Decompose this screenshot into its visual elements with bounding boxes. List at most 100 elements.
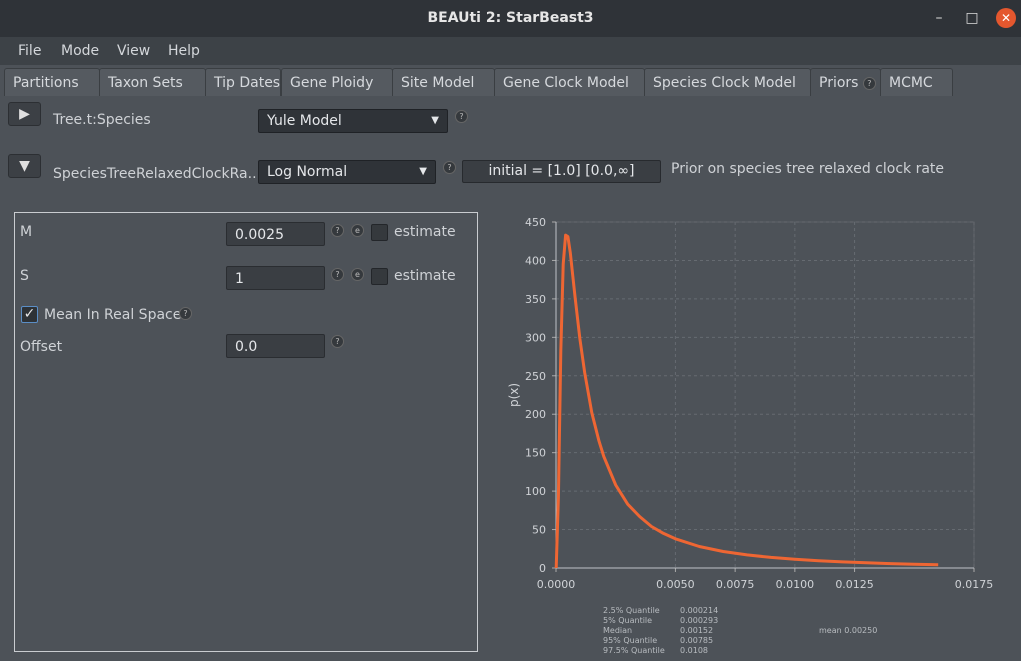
expand-toggle-button[interactable]: ▶: [8, 102, 41, 126]
help-icon[interactable]: ?: [331, 335, 344, 348]
y-tick-label: 350: [525, 293, 546, 306]
chevron-down-icon: ▼: [419, 166, 427, 177]
quantile-value: 0.000293: [680, 616, 719, 625]
quantile-stats: 2.5% Quantile 0.000214 5% Quantile 0.00029…: [603, 606, 718, 656]
tab-label: Priors: [819, 75, 859, 91]
select-value: Yule Model: [267, 113, 342, 129]
y-tick-label: 250: [525, 370, 546, 383]
select-value: Log Normal: [267, 164, 348, 180]
chevron-down-icon: ▼: [431, 115, 439, 126]
help-icon[interactable]: ?: [331, 268, 344, 281]
initial-value-button[interactable]: initial = [1.0] [0.0,∞]: [462, 160, 661, 183]
menu-mode[interactable]: Mode: [61, 43, 99, 59]
x-tick-label: 0.0000: [537, 578, 576, 591]
menu-help[interactable]: Help: [168, 43, 200, 59]
quantile-label: 97.5% Quantile: [603, 646, 665, 655]
menu-view[interactable]: View: [117, 43, 150, 59]
x-tick-label: 0.0075: [716, 578, 755, 591]
collapse-toggle-button[interactable]: ▼: [8, 154, 41, 178]
tab-gene-ploidy[interactable]: Gene Ploidy: [281, 68, 393, 96]
quantile-row: 97.5% Quantile 0.0108: [603, 646, 718, 656]
param-m-label: M: [20, 224, 33, 240]
quantile-row: 2.5% Quantile 0.000214: [603, 606, 718, 616]
prior-name-tree: Tree.t:Species: [53, 112, 151, 128]
tab-label: Gene Ploidy: [290, 75, 374, 91]
y-tick-label: 50: [532, 524, 546, 537]
tab-label: Tip Dates: [214, 75, 281, 91]
prior-description: Prior on species tree relaxed clock rate: [671, 161, 945, 177]
maximize-button[interactable]: □: [962, 8, 982, 28]
mean-in-real-space-checkbox[interactable]: ✓: [21, 306, 38, 323]
tab-label: Species Clock Model: [653, 75, 796, 91]
quantile-row: Median 0.00152: [603, 626, 718, 636]
title-bar: BEAUti 2: StarBeast3 – □ ✕: [0, 0, 1021, 37]
plot-frame: [555, 221, 975, 569]
quantile-row: 95% Quantile 0.00785: [603, 636, 718, 646]
tab-label: MCMC: [889, 75, 933, 91]
estimate-s-checkbox[interactable]: [371, 268, 388, 285]
distribution-select-tree[interactable]: Yule Model ▼: [258, 109, 448, 133]
y-tick-label: 300: [525, 331, 546, 344]
quantile-value: 0.000214: [680, 606, 719, 615]
quantile-value: 0.0108: [680, 646, 708, 655]
param-s-input[interactable]: 1: [226, 266, 325, 290]
quantile-value: 0.00152: [680, 626, 714, 635]
window-title: BEAUti 2: StarBeast3: [427, 10, 594, 26]
x-tick-label: 0.0125: [835, 578, 874, 591]
edit-icon[interactable]: e: [351, 224, 364, 237]
estimate-s-label: estimate: [394, 268, 456, 284]
help-icon[interactable]: ?: [443, 161, 456, 174]
help-icon[interactable]: ?: [179, 307, 192, 320]
tab-label: Gene Clock Model: [503, 75, 629, 91]
help-icon[interactable]: ?: [455, 110, 468, 123]
x-tick-label: 0.0175: [955, 578, 994, 591]
param-offset-input[interactable]: 0.0: [226, 334, 325, 358]
density-curve: [554, 233, 939, 569]
tab-label: Partitions: [13, 75, 79, 91]
param-offset-label: Offset: [20, 339, 63, 355]
quantile-label: 95% Quantile: [603, 636, 658, 645]
tab-label: Site Model: [401, 75, 475, 91]
quantile-label: Median: [603, 626, 633, 635]
mean-in-real-space-label: Mean In Real Space: [44, 307, 182, 323]
prior-name-clock-rate: SpeciesTreeRelaxedClockRa...: [53, 166, 261, 182]
tab-gene-clock-model[interactable]: Gene Clock Model: [494, 68, 645, 96]
tab-tip-dates[interactable]: Tip Dates: [205, 68, 281, 96]
y-axis-label: p(x): [507, 383, 521, 407]
edit-icon[interactable]: e: [351, 268, 364, 281]
help-icon[interactable]: ?: [862, 76, 876, 90]
priors-panel: ▶ Tree.t:Species Yule Model ▼ ? ▼ Specie…: [0, 96, 1021, 661]
mean-label: mean 0.00250: [819, 626, 878, 635]
y-tick-label: 0: [539, 562, 546, 575]
y-tick-label: 200: [525, 408, 546, 421]
distribution-plot: 0 50 100 150 200 250 300 350 400 450 0.0000 0.0050 0…: [507, 216, 994, 591]
estimate-m-checkbox[interactable]: [371, 224, 388, 241]
tab-label: Taxon Sets: [108, 75, 183, 91]
menu-file[interactable]: File: [18, 43, 41, 59]
quantile-label: 5% Quantile: [603, 616, 653, 625]
x-tick-label: 0.0050: [656, 578, 695, 591]
tab-bar: Partitions Taxon Sets Tip Dates Gene Plo…: [0, 68, 1021, 96]
quantile-label: 2.5% Quantile: [603, 606, 660, 615]
help-icon[interactable]: ?: [331, 224, 344, 237]
minimize-button[interactable]: –: [929, 8, 949, 28]
menu-bar: File Mode View Help: [0, 37, 1021, 65]
tab-partitions[interactable]: Partitions: [4, 68, 100, 96]
y-tick-label: 100: [525, 485, 546, 498]
close-button[interactable]: ✕: [996, 8, 1016, 28]
tab-taxon-sets[interactable]: Taxon Sets: [99, 68, 206, 96]
y-tick-label: 450: [525, 216, 546, 229]
distribution-parameters-panel: M 0.0025 ? e estimate S 1 ? e estimate ✓…: [14, 212, 478, 652]
quantile-row: 5% Quantile 0.000293: [603, 616, 718, 626]
param-s-label: S: [20, 268, 29, 284]
param-m-input[interactable]: 0.0025: [226, 222, 325, 246]
y-tick-label: 150: [525, 447, 546, 460]
quantile-value: 0.00785: [680, 636, 714, 645]
y-tick-label: 400: [525, 254, 546, 267]
tab-site-model[interactable]: Site Model: [392, 68, 495, 96]
distribution-select-clock-rate[interactable]: Log Normal ▼: [258, 160, 436, 184]
tab-mcmc[interactable]: MCMC: [880, 68, 953, 96]
estimate-m-label: estimate: [394, 224, 456, 240]
tab-priors[interactable]: Priors ?: [810, 68, 881, 96]
tab-species-clock-model[interactable]: Species Clock Model: [644, 68, 811, 96]
